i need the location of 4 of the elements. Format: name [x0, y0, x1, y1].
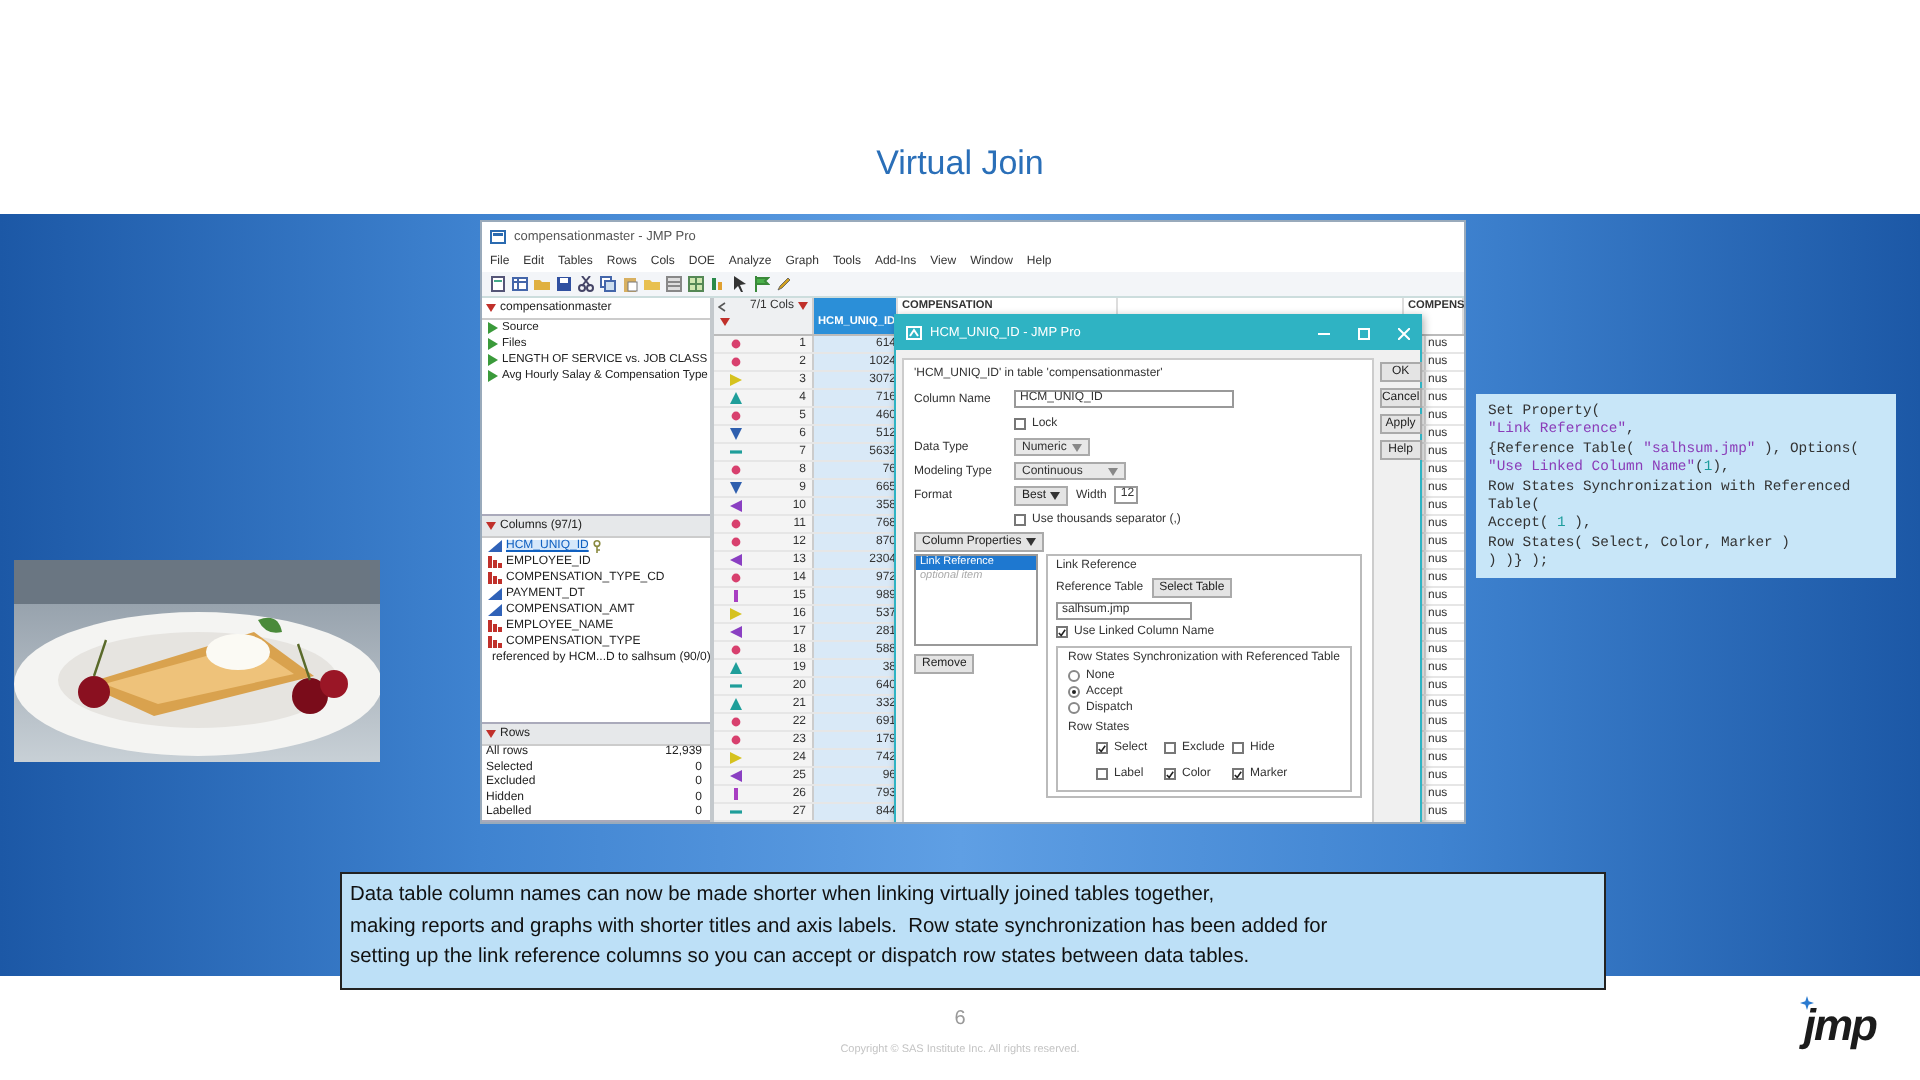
jmp-logo: jmp	[1799, 1000, 1876, 1052]
page-number: 6	[954, 1008, 966, 1030]
slide-title: Virtual Join	[876, 144, 1044, 184]
caption-text: Data table column names can now be made shorter when linking virtually joined tables together, making reports and graphs with shorter titles and axis labels. Row state synchronization has been added for setting up the link reference columns so you can accept or dispatch row states between data tables.	[340, 872, 1606, 990]
